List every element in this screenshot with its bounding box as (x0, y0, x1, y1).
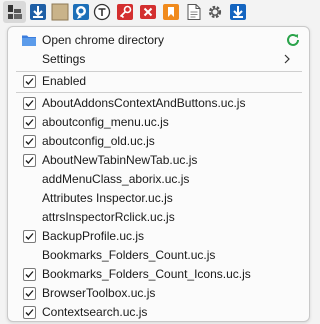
userchrome-scripts-icon[interactable] (6, 3, 24, 21)
enabled-toggle-item[interactable]: Enabled (8, 72, 309, 91)
refresh-icon[interactable] (285, 32, 301, 48)
tan-square-icon[interactable] (51, 3, 69, 21)
script-label: aboutconfig_menu.uc.js (42, 115, 169, 129)
gear-icon[interactable] (206, 3, 224, 21)
script-item[interactable]: Bookmarks_Folders_Count_Icons.uc.js (8, 265, 309, 284)
script-label: aboutconfig_old.uc.js (42, 134, 155, 148)
folder-icon (22, 35, 36, 46)
checkmark-icon (25, 233, 34, 240)
circle-t-icon[interactable] (93, 3, 111, 21)
blue-download-icon[interactable] (229, 3, 247, 21)
script-item[interactable]: Attributes Inspector.uc.js (8, 189, 309, 208)
script-label: BackupProfile.uc.js (42, 229, 145, 243)
script-item[interactable]: AboutAddonsContextAndButtons.uc.js (8, 94, 309, 113)
checkmark-icon (25, 119, 34, 126)
script-item[interactable]: attrsInspectorRclick.uc.js (8, 208, 309, 227)
checkmark-icon (25, 309, 34, 316)
script-checkbox[interactable] (23, 230, 36, 243)
script-checkbox[interactable] (23, 135, 36, 148)
orange-bookmark-icon[interactable] (162, 3, 180, 21)
red-close-icon[interactable] (139, 3, 157, 21)
menu-separator (16, 92, 302, 93)
checkmark-icon (25, 78, 34, 85)
script-checkbox[interactable] (23, 154, 36, 167)
checkmark-icon (25, 157, 34, 164)
script-checkbox[interactable] (23, 116, 36, 129)
download-arrow-icon[interactable] (29, 3, 47, 21)
chevron-right-icon (284, 54, 290, 64)
enabled-label: Enabled (42, 74, 87, 88)
script-checkbox[interactable] (23, 287, 36, 300)
script-item[interactable]: addMenuClass_aborix.uc.js (8, 170, 309, 189)
checkmark-icon (25, 138, 34, 145)
script-label: addMenuClass_aborix.uc.js (42, 172, 190, 186)
script-item[interactable]: Bookmarks_Folders_Count.uc.js (8, 246, 309, 265)
script-label: attrsInspectorRclick.uc.js (42, 210, 175, 224)
scripts-dropdown-menu: Open chrome directory Settings Enabled A… (7, 26, 310, 322)
open-chrome-directory-item[interactable]: Open chrome directory (8, 31, 309, 50)
settings-label: Settings (42, 52, 86, 66)
script-label: Attributes Inspector.uc.js (42, 191, 173, 205)
script-item[interactable]: aboutconfig_menu.uc.js (8, 113, 309, 132)
script-item[interactable]: Contextsearch.uc.js (8, 303, 309, 321)
script-item[interactable]: AboutNewTabinNewTab.uc.js (8, 151, 309, 170)
script-label: Bookmarks_Folders_Count_Icons.uc.js (42, 267, 251, 281)
script-label: AboutNewTabinNewTab.uc.js (42, 153, 198, 167)
script-checkbox[interactable] (23, 306, 36, 319)
script-item[interactable]: BrowserToolbox.uc.js (8, 284, 309, 303)
chat-bubble-icon[interactable] (72, 3, 90, 21)
checkmark-icon (25, 100, 34, 107)
red-key-icon[interactable] (116, 3, 134, 21)
checkmark-icon (25, 290, 34, 297)
script-label: Contextsearch.uc.js (42, 305, 148, 319)
script-label: AboutAddonsContextAndButtons.uc.js (42, 96, 246, 110)
script-item[interactable]: BackupProfile.uc.js (8, 227, 309, 246)
enabled-checkbox[interactable] (23, 75, 36, 88)
toolbar (0, 0, 313, 25)
script-checkbox[interactable] (23, 268, 36, 281)
open-chrome-directory-label: Open chrome directory (42, 33, 165, 47)
script-checkbox[interactable] (23, 97, 36, 110)
script-item[interactable]: aboutconfig_old.uc.js (8, 132, 309, 151)
checkmark-icon (25, 271, 34, 278)
script-label: Bookmarks_Folders_Count.uc.js (42, 248, 216, 262)
document-icon[interactable] (185, 3, 203, 21)
script-label: BrowserToolbox.uc.js (42, 286, 156, 300)
settings-submenu-item[interactable]: Settings (8, 50, 309, 69)
